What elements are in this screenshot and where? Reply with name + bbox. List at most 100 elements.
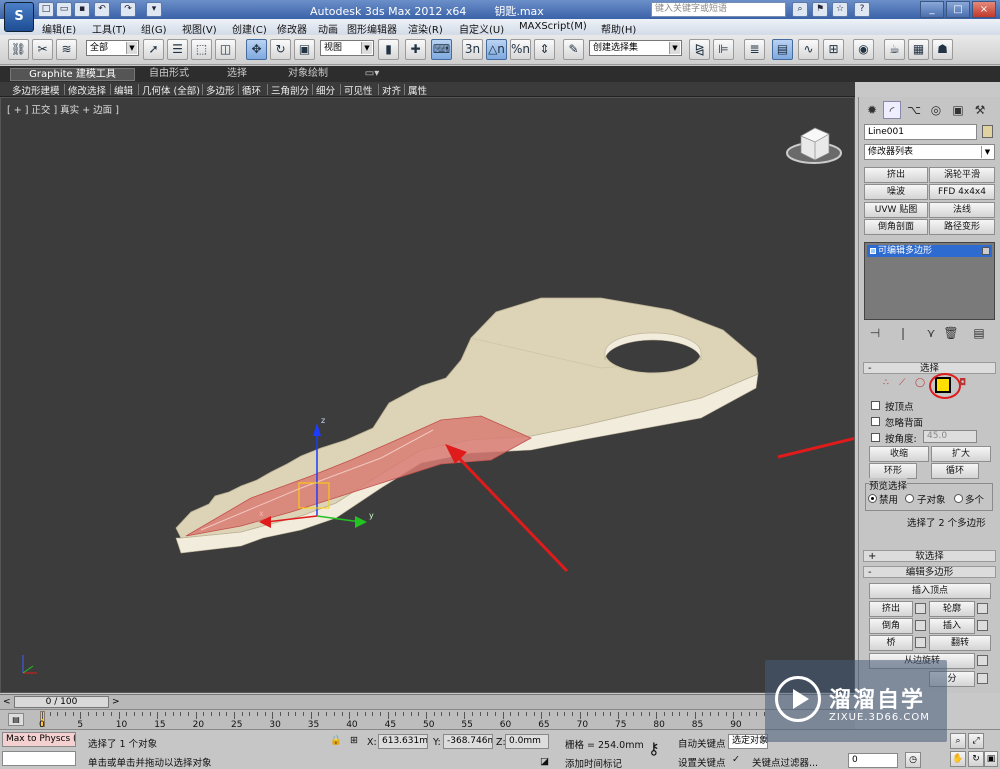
ignore-backfacing-checkbox[interactable] (871, 417, 880, 426)
hinge-settings-icon[interactable] (977, 655, 988, 666)
absolute-mode-icon[interactable]: ⊞ (350, 735, 358, 746)
rectangular-selection-icon[interactable]: ⬚ (191, 39, 212, 60)
communication-center-icon[interactable]: ⚑ (812, 2, 828, 17)
inset-button[interactable]: 插入 (929, 618, 975, 634)
rollout-selection[interactable]: - 选择 (863, 362, 996, 374)
x-coord-field[interactable]: 613.631mm (378, 734, 428, 749)
element-mode-icon[interactable]: ◘ (959, 378, 966, 388)
time-config-icon[interactable]: ◷ (905, 752, 921, 768)
time-prev-icon[interactable]: < (3, 697, 11, 707)
ring-button[interactable]: 环形 (869, 463, 917, 479)
key-filters-button[interactable]: 关键点过滤器... (752, 755, 818, 769)
modifier-list-dropdown[interactable]: 修改器列表 ▼ (864, 144, 995, 160)
preview-multi-radio[interactable] (954, 494, 963, 503)
ribbon-visibility[interactable]: 可见性 (344, 83, 373, 97)
select-and-scale-icon[interactable]: ▣ (294, 39, 315, 60)
link-icon[interactable]: ⛓ (8, 39, 29, 60)
close-button[interactable]: × (972, 1, 996, 18)
gizmo-y-arrow[interactable] (355, 516, 367, 528)
menu-graph-editors[interactable]: 图形编辑器 (347, 21, 397, 36)
time-slider[interactable]: 0 / 100 (14, 696, 109, 708)
stack-toggle-icon[interactable] (982, 247, 990, 255)
insert-vertex-button[interactable]: 插入顶点 (869, 583, 991, 599)
tab-freeform[interactable]: 自由形式 (140, 68, 198, 81)
configure-sets-icon[interactable]: ▤ (971, 324, 987, 342)
menu-customize[interactable]: 自定义(U) (459, 21, 504, 36)
percent-snap-icon[interactable]: %n (510, 39, 531, 60)
quick-access-dropdown-icon[interactable]: ▾ (146, 2, 162, 17)
bridge-button[interactable]: 桥 (869, 635, 913, 651)
favorites-icon[interactable]: ☆ (832, 2, 848, 17)
ribbon-edit[interactable]: 编辑 (114, 83, 133, 97)
snaps-toggle-icon[interactable]: 3n (462, 39, 483, 60)
time-tag-icon[interactable]: ◪ (540, 756, 549, 767)
render-setup-icon[interactable]: ☕ (884, 39, 905, 60)
modifier-turbosmooth-button[interactable]: 涡轮平滑 (929, 167, 995, 183)
extrude-button[interactable]: 挤出 (869, 601, 913, 617)
menu-views[interactable]: 视图(V) (182, 21, 217, 36)
preview-disabled-radio[interactable] (868, 494, 877, 503)
zoom-icon[interactable]: ⌕ (950, 733, 966, 749)
angle-snap-icon[interactable]: △n (486, 39, 507, 60)
display-tab-icon[interactable]: ▣ (949, 101, 967, 119)
edge-mode-icon[interactable]: ⟋ (899, 378, 905, 388)
pin-stack-icon[interactable]: ⊣ (867, 324, 883, 342)
preview-subobject-radio[interactable] (905, 494, 914, 503)
add-time-tag-button[interactable]: 添加时间标记 (565, 756, 622, 769)
bind-space-warp-icon[interactable]: ≋ (56, 39, 77, 60)
gizmo-z-arrow[interactable] (313, 423, 321, 436)
border-mode-icon[interactable]: ◯ (915, 378, 925, 388)
tab-object-paint[interactable]: 对象绘制 (280, 68, 336, 81)
maxscript-listener-field[interactable]: Max to Physcs ( (2, 732, 76, 747)
modifier-uvw-map-button[interactable]: UVW 贴图 (864, 202, 928, 218)
keyboard-shortcut-override-icon[interactable]: ⌨ (431, 39, 452, 60)
pan-view-icon[interactable]: ✋ (950, 751, 966, 767)
maximize-button[interactable]: □ (946, 1, 970, 18)
save-file-icon[interactable]: ▪ (74, 2, 90, 17)
flip-button[interactable]: 翻转 (929, 635, 991, 651)
align-icon[interactable]: ⊫ (713, 39, 734, 60)
menu-rendering[interactable]: 渲染(R) (408, 21, 443, 36)
new-file-icon[interactable]: □ (38, 2, 54, 17)
ribbon-tris[interactable]: 三角剖分 (271, 83, 309, 97)
shrink-button[interactable]: 收缩 (869, 446, 929, 462)
inset-settings-icon[interactable] (977, 620, 988, 631)
ribbon-subdivision[interactable]: 细分 (316, 83, 335, 97)
key-mode-icon[interactable]: ⚷ (648, 739, 660, 758)
modifier-bevel-profile-button[interactable]: 倒角剖面 (864, 219, 928, 235)
menu-create[interactable]: 创建(C) (232, 21, 267, 36)
perspective-viewport[interactable]: z x y [ + ] 正交 ] 真实 + 边面 ] (0, 97, 855, 693)
menu-animation[interactable]: 动画 (318, 21, 338, 36)
rendered-frame-icon[interactable]: ▦ (908, 39, 929, 60)
ribbon-loops[interactable]: 循环 (242, 83, 261, 97)
outline-settings-icon[interactable] (977, 603, 988, 614)
auto-key-button[interactable]: 自动关键点 (678, 736, 726, 750)
zoom-all-icon[interactable]: ⤢ (968, 733, 984, 749)
ribbon-options-icon[interactable]: ▭▾ (360, 68, 384, 81)
hierarchy-tab-icon[interactable]: ⌥ (905, 101, 923, 119)
menu-group[interactable]: 组(G) (141, 21, 167, 36)
tab-selection[interactable]: 选择 (212, 68, 262, 81)
selection-filter-dropdown[interactable]: 全部 ▼ (86, 40, 139, 56)
rollout-soft-selection[interactable]: + 软选择 (863, 550, 996, 562)
create-tab-icon[interactable]: ✹ (863, 101, 881, 119)
select-and-rotate-icon[interactable]: ↻ (270, 39, 291, 60)
y-coord-field[interactable]: -368.746m (443, 734, 493, 749)
modifier-ffd-button[interactable]: FFD 4x4x4 (929, 184, 995, 200)
named-selection-dropdown[interactable]: 创建选择集 ▼ (589, 40, 682, 56)
maxscript-listener-output[interactable] (2, 751, 76, 766)
ribbon-geometry-all[interactable]: 几何体 (全部) (142, 83, 200, 97)
orbit-icon[interactable]: ↻ (968, 751, 984, 767)
help-icon[interactable]: ? (854, 2, 870, 17)
open-file-icon[interactable]: ▭ (56, 2, 72, 17)
object-name-field[interactable]: Line001 (864, 124, 977, 140)
schematic-view-icon[interactable]: ⊞ (823, 39, 844, 60)
bridge-settings-icon[interactable] (915, 637, 926, 648)
select-and-move-icon[interactable]: ✥ (246, 39, 267, 60)
modifier-stack[interactable]: 可编辑多边形 (864, 242, 995, 320)
z-coord-field[interactable]: 0.0mm (505, 734, 549, 749)
search-icon[interactable]: ⌕ (792, 2, 808, 17)
curve-editor-icon[interactable]: ∿ (798, 39, 819, 60)
angle-spinner[interactable]: 45.0 (923, 430, 977, 443)
outline-button[interactable]: 轮廓 (929, 601, 975, 617)
